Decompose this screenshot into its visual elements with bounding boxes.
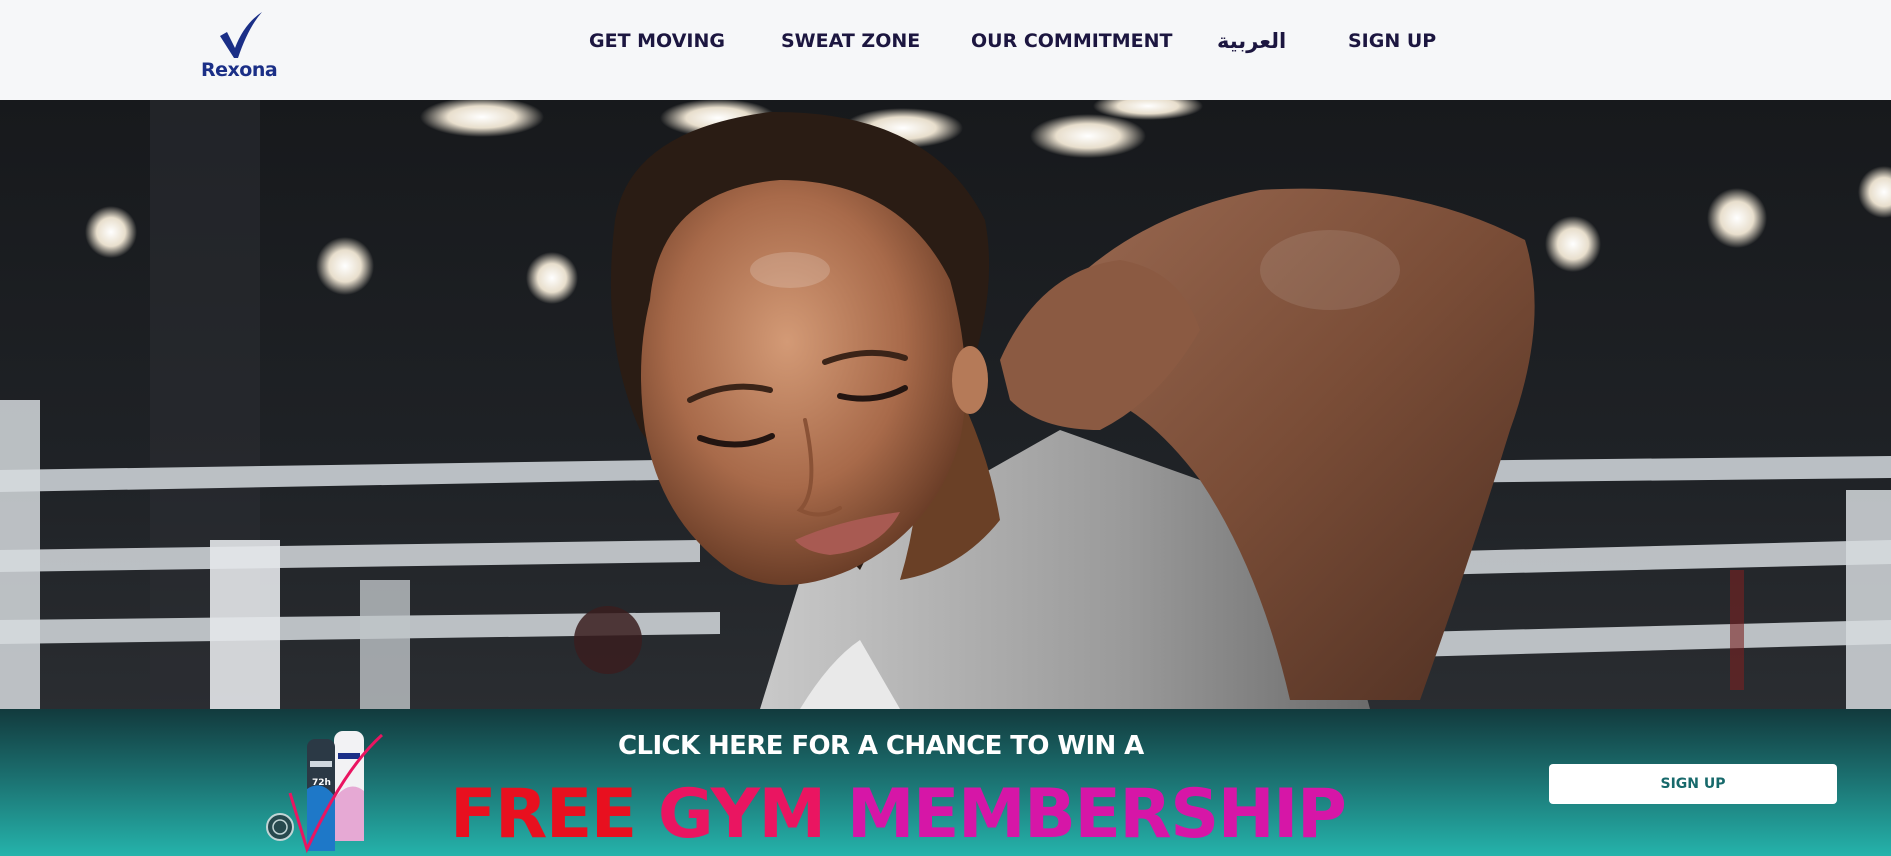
promo-headline: CLICK HERE FOR A CHANCE TO WIN A — [618, 731, 1144, 761]
nav-sweat-zone[interactable]: SWEAT ZONE — [781, 26, 920, 56]
svg-text:72h: 72h — [312, 778, 331, 788]
promo-word-gym: GYM — [657, 775, 826, 854]
nav-arabic-language[interactable]: العربية — [1217, 26, 1286, 56]
nav-sign-up[interactable]: SIGN UP — [1348, 26, 1436, 56]
logo-text: Rexona — [201, 59, 278, 81]
rexona-deodorant-product-image: 72h — [266, 731, 384, 854]
main-nav: GET MOVING SWEAT ZONE OUR COMMITMENT الع… — [0, 26, 1891, 56]
promo-word-free: FREE — [450, 775, 637, 854]
promo-offer-title: FREE GYM MEMBERSHIP — [450, 775, 1347, 855]
hero-video — [0, 100, 1891, 709]
nav-our-commitment[interactable]: OUR COMMITMENT — [971, 26, 1173, 56]
site-header: Rexona GET MOVING SWEAT ZONE OUR COMMITM… — [0, 0, 1891, 100]
hero-image — [0, 100, 1891, 709]
promo-word-membership: MEMBERSHIP — [846, 775, 1347, 854]
nav-get-moving[interactable]: GET MOVING — [589, 26, 725, 56]
promo-banner[interactable]: 72h CLICK HERE FOR A CHANCE TO WIN A FRE… — [0, 709, 1891, 856]
banner-sign-up-button[interactable]: SIGN UP — [1549, 764, 1837, 804]
